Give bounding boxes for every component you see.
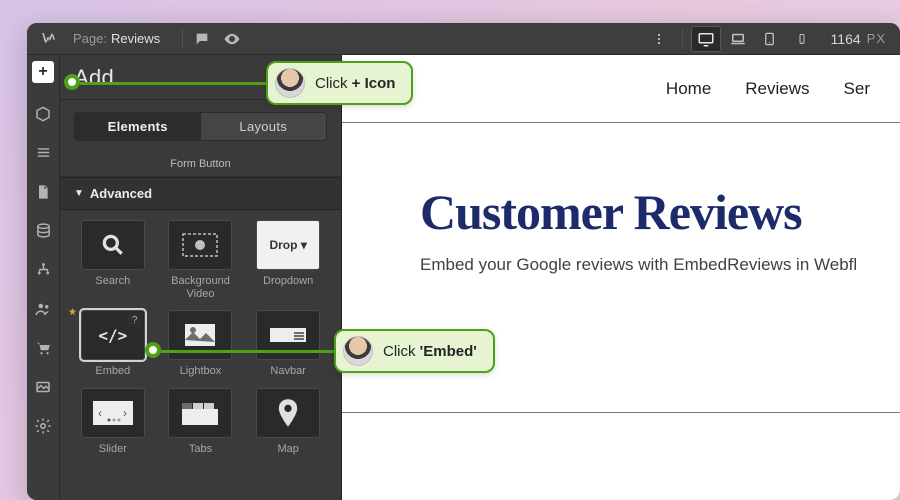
page-headline: Customer Reviews xyxy=(420,183,900,241)
element-lightbox[interactable]: Lightbox xyxy=(162,310,240,378)
step-marker-2 xyxy=(145,342,161,358)
device-laptop-button[interactable] xyxy=(723,26,753,52)
element-background-video[interactable]: BackgroundVideo xyxy=(162,220,240,300)
tab-elements[interactable]: Elements xyxy=(75,113,201,140)
device-desktop-button[interactable] xyxy=(691,26,721,52)
ecommerce-icon[interactable] xyxy=(31,335,56,360)
help-icon[interactable]: ? xyxy=(128,313,142,327)
left-rail: + xyxy=(27,55,60,500)
element-navbar[interactable]: Navbar xyxy=(249,310,327,378)
nav-home[interactable]: Home xyxy=(666,79,711,99)
step-marker-1 xyxy=(64,74,80,90)
app-logo[interactable] xyxy=(35,25,63,53)
section-advanced[interactable]: ▼ Advanced xyxy=(60,177,341,210)
assets-icon[interactable] xyxy=(31,374,56,399)
chevron-down-icon: ▼ xyxy=(74,188,84,199)
element-search[interactable]: Search xyxy=(74,220,152,300)
width-value: 1164 xyxy=(831,31,861,47)
design-canvas[interactable]: ews Home Reviews Ser Customer Reviews Em… xyxy=(342,55,900,500)
element-tabs[interactable]: Tabs xyxy=(162,388,240,456)
step-line-1 xyxy=(80,82,266,85)
device-tablet-button[interactable] xyxy=(755,26,785,52)
eye-icon[interactable] xyxy=(221,28,243,50)
chevron-down-icon: ▾ xyxy=(301,238,307,252)
device-switcher xyxy=(691,26,817,52)
page-subheadline: Embed your Google reviews with EmbedRevi… xyxy=(420,255,900,275)
element-dropdown[interactable]: Drop ▾ Dropdown xyxy=(249,220,327,300)
kebab-icon[interactable] xyxy=(648,28,670,50)
tab-layouts[interactable]: Layouts xyxy=(201,113,327,140)
width-readout: 1164 PX xyxy=(831,31,886,47)
svg-text:›: › xyxy=(123,406,127,420)
add-element-button[interactable]: + xyxy=(32,61,54,83)
star-icon: ★ xyxy=(68,307,77,318)
site-nav: Home Reviews Ser xyxy=(666,79,870,99)
callout-step-1: Click + Icon xyxy=(266,61,413,105)
top-bar: Page: Reviews 116 xyxy=(27,23,900,55)
users-icon[interactable] xyxy=(31,296,56,321)
step-line-2 xyxy=(161,350,335,353)
device-phone-button[interactable] xyxy=(787,26,817,52)
form-button-label: Form Button xyxy=(60,151,341,177)
cms-icon[interactable] xyxy=(31,218,56,243)
avatar xyxy=(343,336,373,366)
settings-icon[interactable] xyxy=(31,413,56,438)
svg-text:‹: ‹ xyxy=(98,406,102,420)
add-panel: Add Elements Layouts Form Button ▼ Advan… xyxy=(60,55,342,500)
nav-services-partial[interactable]: Ser xyxy=(844,79,870,99)
page-label: Page: xyxy=(73,31,107,46)
avatar xyxy=(275,68,305,98)
comments-icon[interactable] xyxy=(191,28,213,50)
sitemap-icon[interactable] xyxy=(31,257,56,282)
element-map[interactable]: Map xyxy=(249,388,327,456)
navigator-icon[interactable] xyxy=(31,140,56,165)
element-embed[interactable]: ★ ? </> Embed xyxy=(74,310,152,378)
page-name[interactable]: Reviews xyxy=(111,31,160,46)
pages-icon[interactable] xyxy=(31,179,56,204)
width-unit: PX xyxy=(867,31,886,46)
nav-reviews[interactable]: Reviews xyxy=(745,79,809,99)
cube-icon[interactable] xyxy=(31,101,56,126)
callout-step-2: Click 'Embed' xyxy=(334,329,495,373)
element-slider[interactable]: ‹› Slider xyxy=(74,388,152,456)
site-header: ews Home Reviews Ser xyxy=(342,55,900,123)
